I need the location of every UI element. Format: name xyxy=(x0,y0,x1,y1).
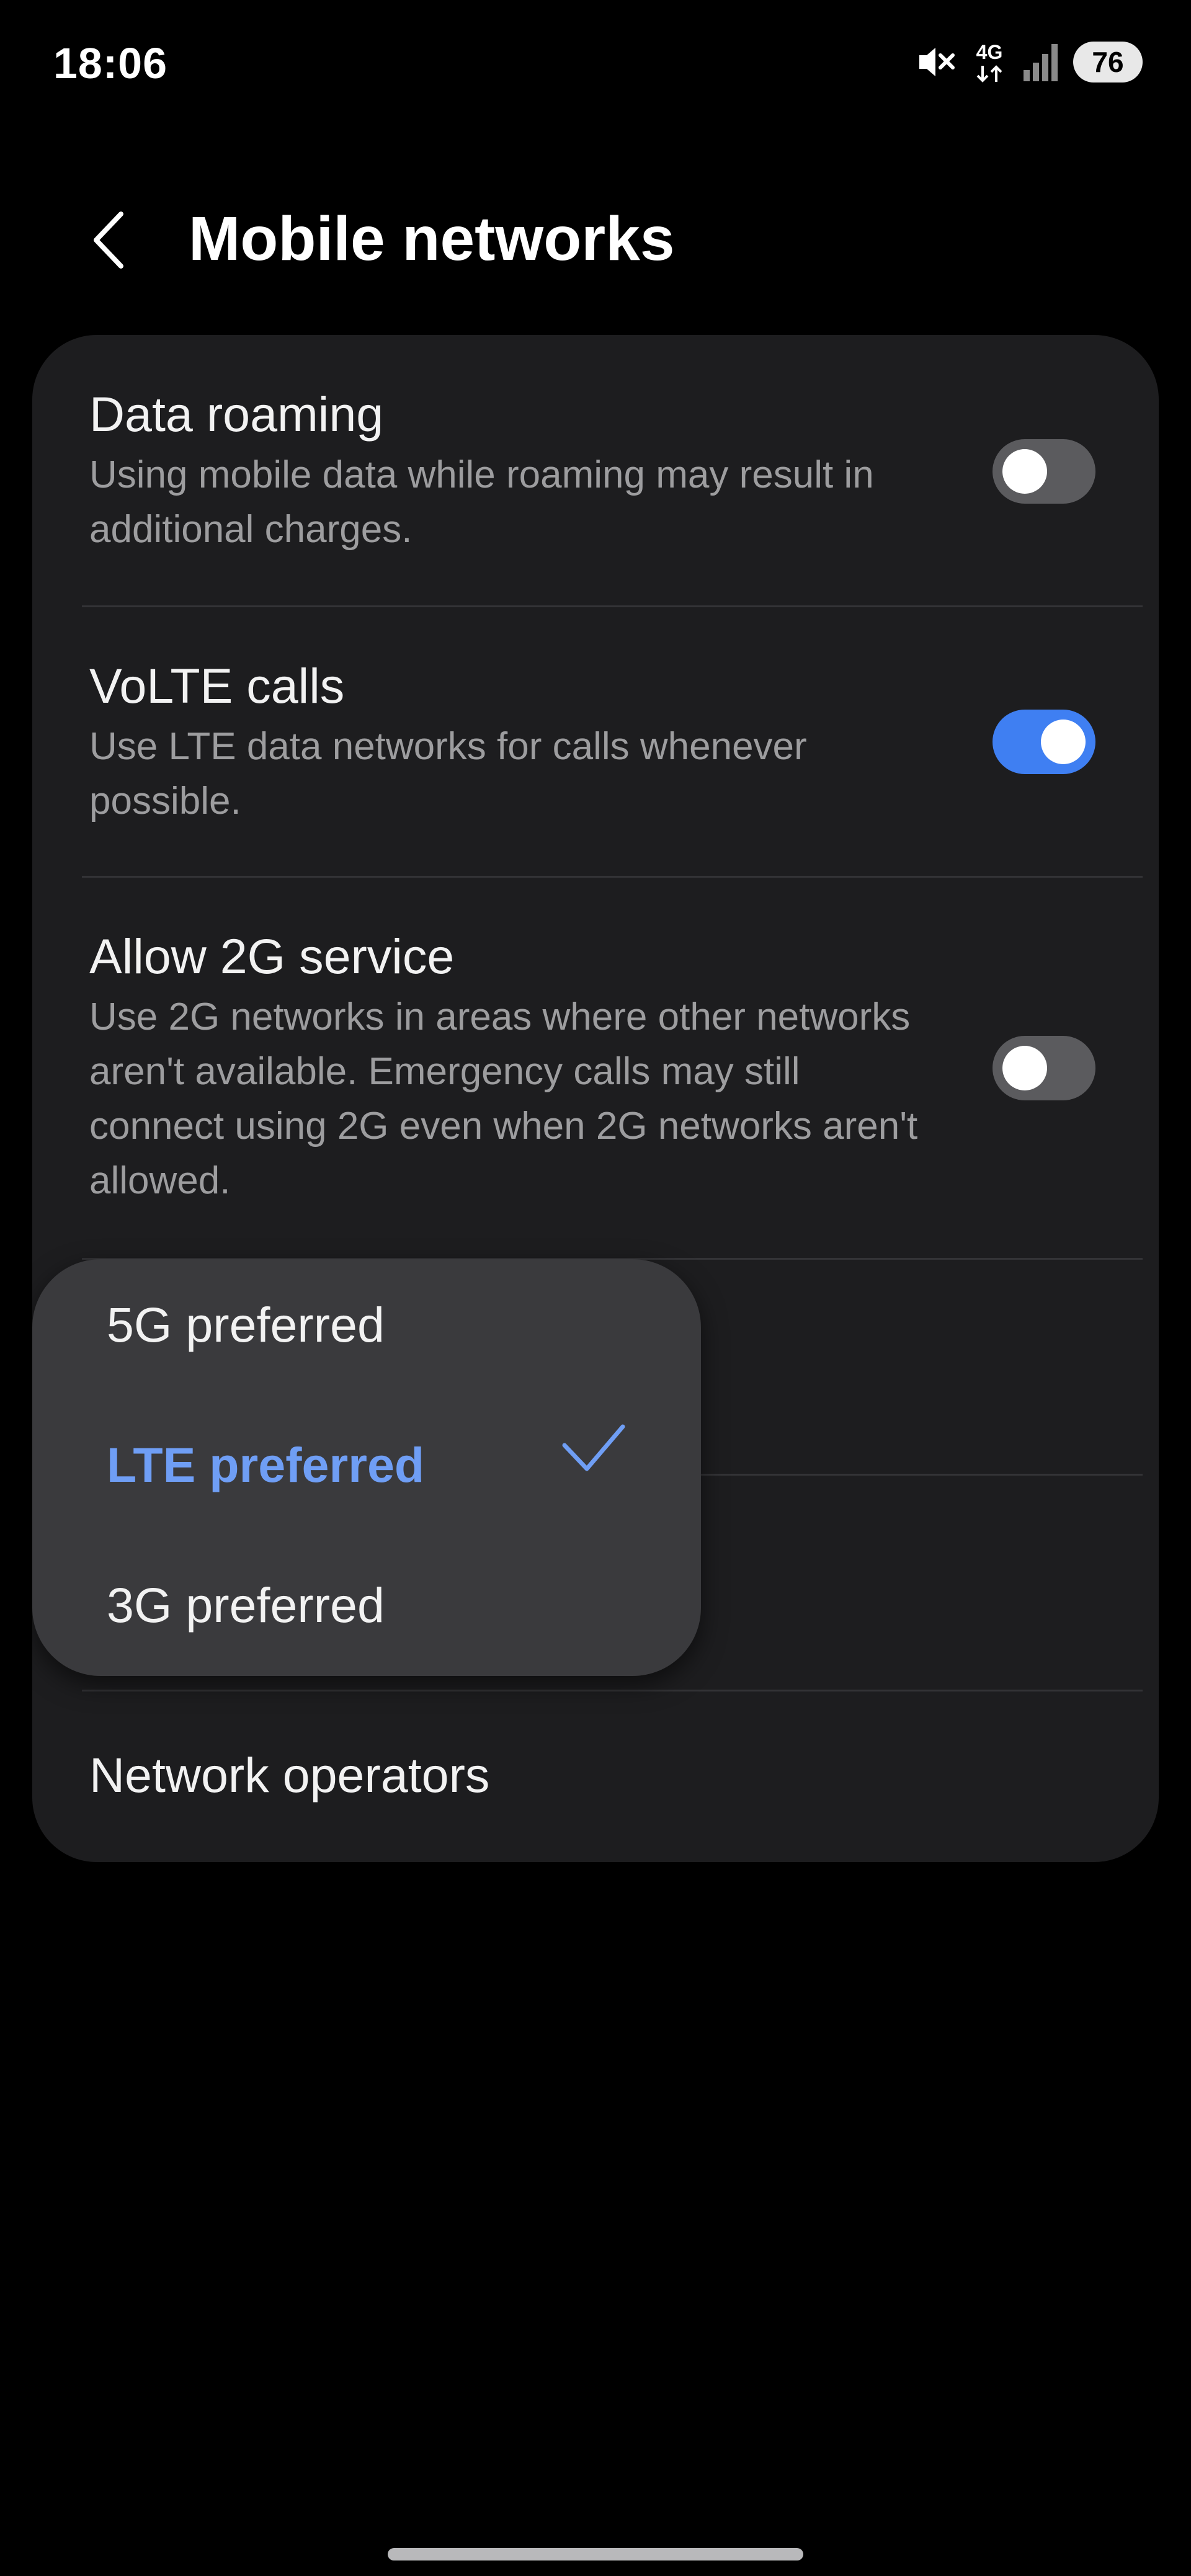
battery-icon: 76 xyxy=(1073,42,1143,82)
network-4g-icon: 4G xyxy=(970,40,1009,84)
home-indicator[interactable] xyxy=(388,2548,803,2560)
network-mode-menu: 5G preferred LTE preferred 3G preferred xyxy=(32,1259,701,1676)
toggle-knob xyxy=(1002,449,1047,494)
setting-volte-calls[interactable]: VoLTE calls Use LTE data networks for ca… xyxy=(89,655,1141,829)
status-icons: 4G 76 xyxy=(913,37,1143,87)
volte-calls-toggle[interactable] xyxy=(993,710,1095,774)
setting-description: Use LTE data networks for calls whenever… xyxy=(89,725,807,822)
toggle-knob xyxy=(1041,720,1086,764)
setting-title: Network operators xyxy=(89,1747,490,1803)
toggle-knob xyxy=(1002,1046,1047,1090)
setting-network-operators[interactable]: Network operators xyxy=(89,1744,1141,1806)
back-button[interactable] xyxy=(81,206,136,274)
allow-2g-toggle[interactable] xyxy=(993,1036,1095,1100)
data-roaming-toggle[interactable] xyxy=(993,439,1095,504)
divider xyxy=(82,605,1143,607)
setting-allow-2g[interactable]: Allow 2G service Use 2G networks in area… xyxy=(89,925,1141,1208)
page-title: Mobile networks xyxy=(189,204,675,274)
menu-item-3g-preferred[interactable]: 3G preferred xyxy=(107,1577,385,1634)
setting-title: Allow 2G service xyxy=(89,929,455,984)
header: Mobile networks xyxy=(0,186,1191,292)
setting-title: Data roaming xyxy=(89,386,384,442)
setting-data-roaming[interactable]: Data roaming Using mobile data while roa… xyxy=(89,383,1141,557)
mute-icon xyxy=(919,48,955,76)
menu-item-5g-preferred[interactable]: 5G preferred xyxy=(107,1296,385,1353)
setting-title: VoLTE calls xyxy=(89,658,345,713)
divider xyxy=(82,876,1143,878)
divider xyxy=(82,1690,1143,1691)
setting-description: Use 2G networks in areas where other net… xyxy=(89,996,918,1202)
status-bar: 18:06 4G 76 xyxy=(0,0,1191,124)
chevron-left-icon xyxy=(94,212,123,269)
signal-icon xyxy=(1024,44,1058,81)
checkmark-icon xyxy=(562,1424,625,1471)
status-time: 18:06 xyxy=(53,39,168,87)
menu-item-lte-preferred[interactable]: LTE preferred xyxy=(107,1437,424,1494)
setting-description: Using mobile data while roaming may resu… xyxy=(89,453,874,551)
